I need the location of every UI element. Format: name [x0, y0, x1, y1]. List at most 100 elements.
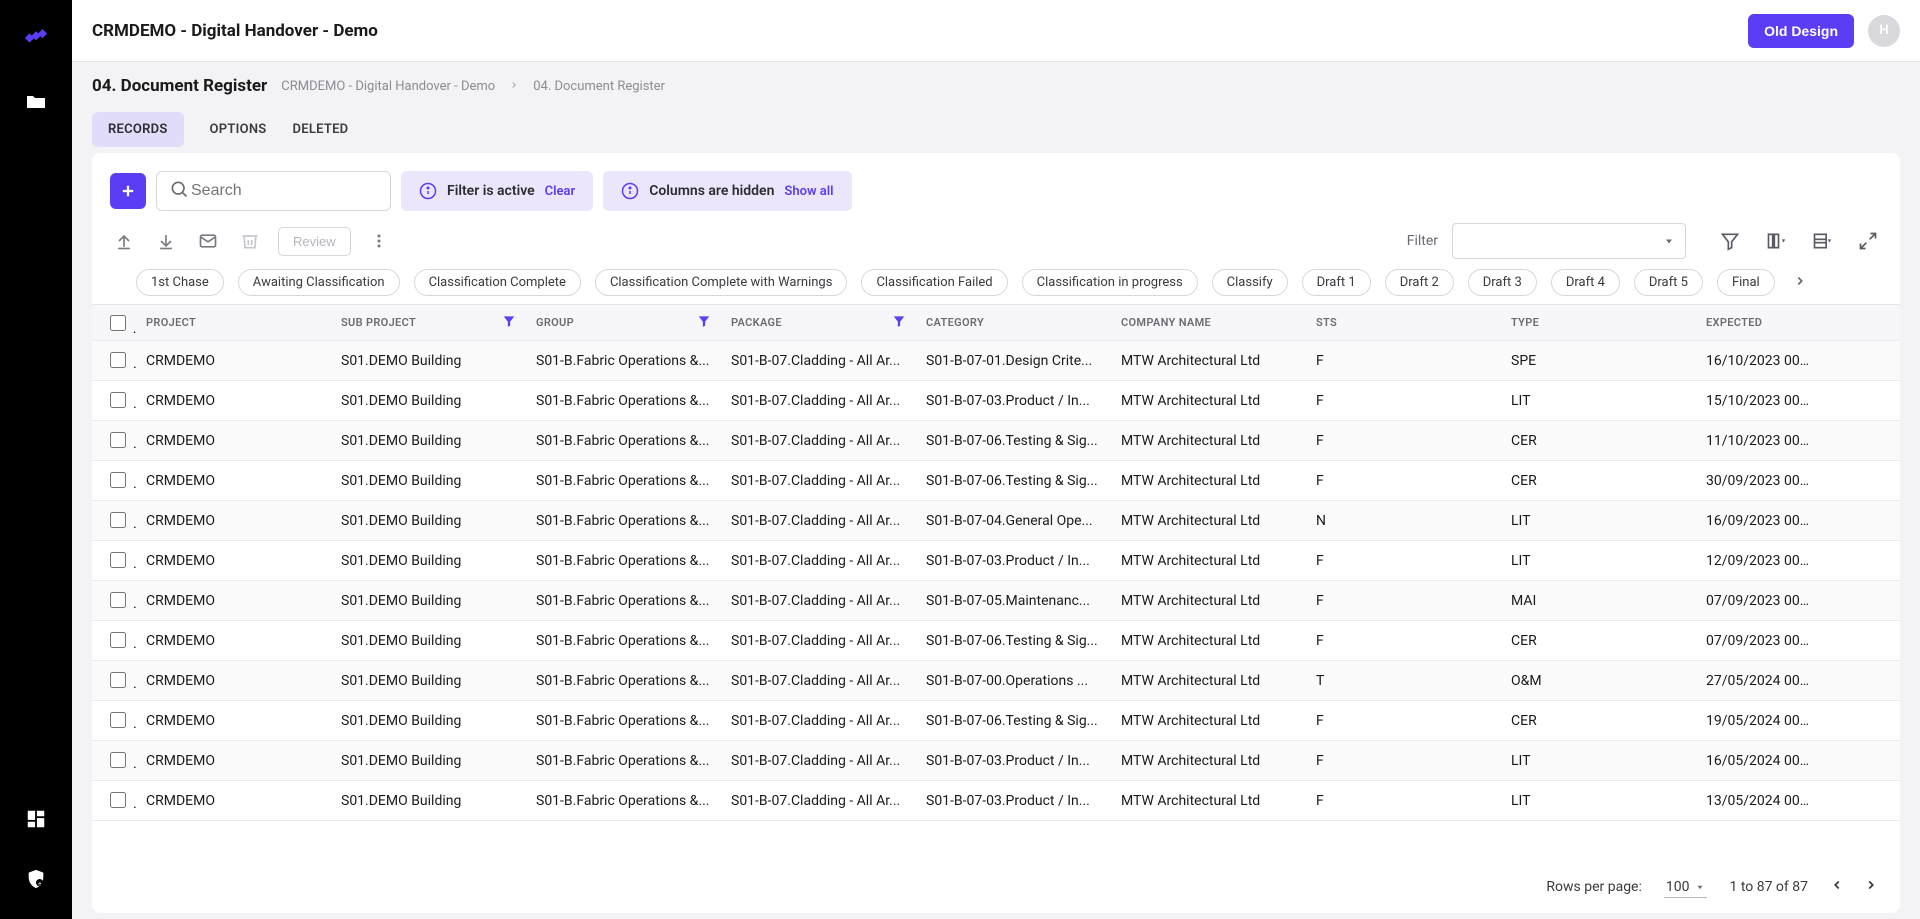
tab-deleted[interactable]: DELETED — [293, 112, 349, 147]
column-header-category[interactable]: CATEGORY — [916, 316, 1111, 329]
status-chip[interactable]: Awaiting Classification — [238, 269, 400, 296]
trash-icon[interactable] — [236, 227, 264, 255]
column-header-company[interactable]: COMPANY NAME — [1111, 316, 1306, 329]
cell-expected: 19/05/2024 00:00 — [1696, 713, 1822, 729]
funnel-icon[interactable] — [697, 314, 711, 331]
shield-icon[interactable]: e — [16, 859, 56, 899]
table-row[interactable]: CRMDEMOS01.DEMO BuildingS01-B.Fabric Ope… — [92, 541, 1900, 581]
status-chip[interactable]: Classification Complete — [414, 269, 581, 296]
filter-clear-link[interactable]: Clear — [545, 184, 576, 199]
breadcrumb: 04. Document Register CRMDEMO - Digital … — [92, 76, 1900, 96]
cell-package: S01-B-07.Cladding - All Ar... — [721, 433, 916, 449]
rows-per-page-select[interactable]: 100 — [1664, 877, 1708, 898]
row-checkbox[interactable] — [110, 632, 126, 648]
cell-company: MTW Architectural Ltd — [1111, 473, 1306, 489]
download-icon[interactable] — [152, 227, 180, 255]
row-checkbox[interactable] — [110, 672, 126, 688]
folder-icon[interactable] — [16, 82, 56, 122]
column-header-sts[interactable]: STS — [1306, 316, 1501, 329]
table-row[interactable]: CRMDEMOS01.DEMO BuildingS01-B.Fabric Ope… — [92, 661, 1900, 701]
column-header-expected[interactable]: EXPECTED — [1696, 316, 1822, 329]
cell-group: S01-B.Fabric Operations &... — [526, 513, 721, 529]
cell-category: S01-B-07-06.Testing & Sig... — [916, 713, 1111, 729]
column-header-package[interactable]: PACKAGE — [721, 314, 916, 331]
table-row[interactable]: CRMDEMOS01.DEMO BuildingS01-B.Fabric Ope… — [92, 461, 1900, 501]
funnel-icon[interactable] — [1716, 227, 1744, 255]
status-chip[interactable]: Draft 5 — [1634, 269, 1703, 296]
funnel-icon[interactable] — [502, 314, 516, 331]
cell-category: S01-B-07-03.Product / In... — [916, 553, 1111, 569]
add-button[interactable] — [110, 173, 146, 209]
density-icon[interactable] — [1808, 227, 1836, 255]
table-row[interactable]: CRMDEMOS01.DEMO BuildingS01-B.Fabric Ope… — [92, 701, 1900, 741]
tab-records[interactable]: RECORDS — [92, 112, 184, 147]
cell-sts: F — [1306, 433, 1501, 449]
column-header-sub_project[interactable]: SUB PROJECT — [331, 314, 526, 331]
more-icon[interactable] — [365, 227, 393, 255]
table-row[interactable]: CRMDEMOS01.DEMO BuildingS01-B.Fabric Ope… — [92, 741, 1900, 781]
old-design-button[interactable]: Old Design — [1748, 14, 1854, 48]
table-row[interactable]: CRMDEMOS01.DEMO BuildingS01-B.Fabric Ope… — [92, 421, 1900, 461]
cell-package: S01-B-07.Cladding - All Ar... — [721, 473, 916, 489]
row-checkbox[interactable] — [110, 392, 126, 408]
table-row[interactable]: CRMDEMOS01.DEMO BuildingS01-B.Fabric Ope… — [92, 501, 1900, 541]
cell-project: CRMDEMO — [136, 393, 331, 409]
column-header-type[interactable]: TYPE — [1501, 316, 1696, 329]
dashboard-icon[interactable] — [16, 799, 56, 839]
cell-company: MTW Architectural Ltd — [1111, 553, 1306, 569]
mail-icon[interactable] — [194, 227, 222, 255]
expand-icon[interactable] — [1854, 227, 1882, 255]
rows-per-page-value: 100 — [1666, 879, 1690, 895]
column-header-project[interactable]: PROJECT — [136, 316, 331, 329]
upload-icon[interactable] — [110, 227, 138, 255]
status-chip[interactable]: Classification in progress — [1022, 269, 1198, 296]
status-chip[interactable]: Draft 1 — [1302, 269, 1371, 296]
logo-icon[interactable] — [16, 18, 56, 58]
filter-select[interactable] — [1452, 223, 1686, 259]
pager: Rows per page: 100 1 to 87 of 87 — [92, 861, 1900, 913]
avatar[interactable]: H — [1868, 15, 1900, 47]
review-button[interactable]: Review — [278, 227, 351, 256]
status-chip[interactable]: Draft 4 — [1551, 269, 1620, 296]
cell-type: CER — [1501, 633, 1696, 649]
table-row[interactable]: CRMDEMOS01.DEMO BuildingS01-B.Fabric Ope… — [92, 581, 1900, 621]
columns-icon[interactable] — [1762, 227, 1790, 255]
status-chip[interactable]: Classification Failed — [861, 269, 1007, 296]
cell-package: S01-B-07.Cladding - All Ar... — [721, 513, 916, 529]
row-checkbox[interactable] — [110, 352, 126, 368]
status-chip[interactable]: Classification Complete with Warnings — [595, 269, 848, 296]
cell-package: S01-B-07.Cladding - All Ar... — [721, 553, 916, 569]
status-chip[interactable]: 1st Chase — [136, 269, 224, 296]
search-field[interactable] — [189, 181, 378, 201]
select-all-checkbox[interactable] — [110, 315, 126, 331]
table-row[interactable]: CRMDEMOS01.DEMO BuildingS01-B.Fabric Ope… — [92, 781, 1900, 821]
tab-options[interactable]: OPTIONS — [210, 112, 267, 147]
table-row[interactable]: CRMDEMOS01.DEMO BuildingS01-B.Fabric Ope… — [92, 621, 1900, 661]
row-checkbox[interactable] — [110, 552, 126, 568]
status-chip[interactable]: Classify — [1212, 269, 1288, 296]
cell-package: S01-B-07.Cladding - All Ar... — [721, 673, 916, 689]
row-checkbox[interactable] — [110, 512, 126, 528]
cell-type: LIT — [1501, 753, 1696, 769]
row-checkbox[interactable] — [110, 472, 126, 488]
row-checkbox[interactable] — [110, 432, 126, 448]
status-chip[interactable]: Final — [1717, 269, 1775, 296]
cell-company: MTW Architectural Ltd — [1111, 393, 1306, 409]
status-chip[interactable]: Draft 3 — [1468, 269, 1537, 296]
chevron-right-icon[interactable] — [1789, 270, 1811, 296]
row-checkbox[interactable] — [110, 592, 126, 608]
table-row[interactable]: CRMDEMOS01.DEMO BuildingS01-B.Fabric Ope… — [92, 341, 1900, 381]
row-checkbox[interactable] — [110, 712, 126, 728]
columns-showall-link[interactable]: Show all — [784, 184, 833, 199]
row-checkbox[interactable] — [110, 792, 126, 808]
search-input[interactable] — [156, 171, 391, 211]
pager-next-icon[interactable] — [1864, 878, 1878, 896]
pager-prev-icon[interactable] — [1830, 878, 1844, 896]
table-row[interactable]: CRMDEMOS01.DEMO BuildingS01-B.Fabric Ope… — [92, 381, 1900, 421]
status-chip[interactable]: Draft 2 — [1385, 269, 1454, 296]
column-header-group[interactable]: GROUP — [526, 314, 721, 331]
funnel-icon[interactable] — [892, 314, 906, 331]
row-checkbox[interactable] — [110, 752, 126, 768]
breadcrumb-item[interactable]: CRMDEMO - Digital Handover - Demo — [281, 79, 495, 94]
cell-sub_project: S01.DEMO Building — [331, 793, 526, 809]
